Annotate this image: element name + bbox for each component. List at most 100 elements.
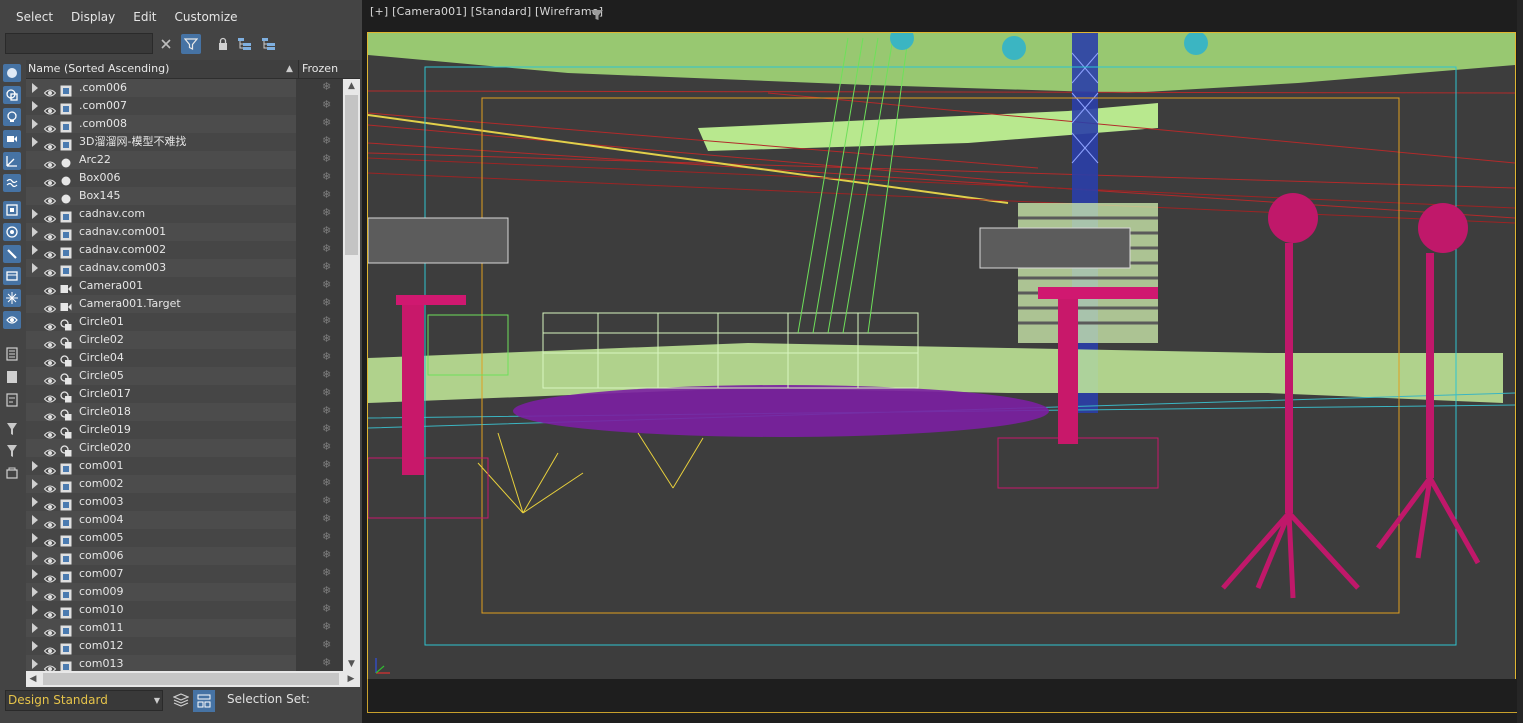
- frozen-cell[interactable]: ❄: [296, 97, 342, 115]
- frozen-snowflake-icon[interactable]: ❄: [322, 224, 331, 237]
- tree-row[interactable]: Circle05 ❄: [26, 367, 342, 385]
- visibility-eye-icon[interactable]: [43, 245, 57, 259]
- hierarchy-collapse-icon[interactable]: [259, 34, 279, 54]
- menu-edit[interactable]: Edit: [124, 0, 165, 34]
- frozen-cell[interactable]: ❄: [296, 637, 342, 655]
- filter-icon[interactable]: [3, 442, 21, 460]
- visibility-eye-icon[interactable]: [43, 191, 57, 205]
- visibility-eye-icon[interactable]: [43, 461, 57, 475]
- frozen-cell[interactable]: ❄: [296, 241, 342, 259]
- frozen-filter-icon[interactable]: [3, 289, 21, 307]
- tree-row[interactable]: Circle04 ❄: [26, 349, 342, 367]
- xref-filter-icon[interactable]: [3, 223, 21, 241]
- tree-row[interactable]: cadnav.com001 ❄: [26, 223, 342, 241]
- visibility-eye-icon[interactable]: [43, 119, 57, 133]
- frozen-snowflake-icon[interactable]: ❄: [322, 584, 331, 597]
- visibility-eye-icon[interactable]: [43, 137, 57, 151]
- scroll-left-icon[interactable]: ◀: [26, 672, 40, 686]
- tree-row[interactable]: Box145 ❄: [26, 187, 342, 205]
- expand-arrow-icon[interactable]: [32, 515, 38, 525]
- scroll-down-icon[interactable]: ▼: [343, 657, 360, 671]
- frozen-cell[interactable]: ❄: [296, 223, 342, 241]
- visibility-eye-icon[interactable]: [43, 155, 57, 169]
- hidden-filter-icon[interactable]: [3, 311, 21, 329]
- tree-row[interactable]: Circle018 ❄: [26, 403, 342, 421]
- scroll-right-icon[interactable]: ▶: [344, 672, 358, 686]
- camera-filter-icon[interactable]: [3, 130, 21, 148]
- visibility-eye-icon[interactable]: [43, 209, 57, 223]
- menu-select[interactable]: Select: [0, 0, 62, 34]
- tree-row[interactable]: Arc22 ❄: [26, 151, 342, 169]
- visibility-eye-icon[interactable]: [43, 659, 57, 671]
- tree-row[interactable]: com002 ❄: [26, 475, 342, 493]
- expand-arrow-icon[interactable]: [32, 137, 38, 147]
- expand-arrow-icon[interactable]: [32, 263, 38, 273]
- frozen-cell[interactable]: ❄: [296, 331, 342, 349]
- name-column-header[interactable]: Name (Sorted Ascending): [28, 60, 169, 78]
- frozen-cell[interactable]: ❄: [296, 313, 342, 331]
- tree-row[interactable]: Box006 ❄: [26, 169, 342, 187]
- tree-row[interactable]: com012 ❄: [26, 637, 342, 655]
- viewport-filter-icon[interactable]: [591, 6, 603, 25]
- frozen-column-header[interactable]: Frozen: [298, 60, 360, 78]
- frozen-snowflake-icon[interactable]: ❄: [322, 332, 331, 345]
- frozen-cell[interactable]: ❄: [296, 475, 342, 493]
- frozen-cell[interactable]: ❄: [296, 115, 342, 133]
- frozen-snowflake-icon[interactable]: ❄: [322, 170, 331, 183]
- visibility-eye-icon[interactable]: [43, 425, 57, 439]
- tree-row[interactable]: .com007 ❄: [26, 97, 342, 115]
- visibility-eye-icon[interactable]: [43, 389, 57, 403]
- geometry-filter-icon[interactable]: [3, 64, 21, 82]
- expand-arrow-icon[interactable]: [32, 119, 38, 129]
- helper-filter-icon[interactable]: [3, 152, 21, 170]
- visibility-eye-icon[interactable]: [43, 569, 57, 583]
- visibility-eye-icon[interactable]: [43, 587, 57, 601]
- frozen-cell[interactable]: ❄: [296, 385, 342, 403]
- tree-row[interactable]: com005 ❄: [26, 529, 342, 547]
- visibility-eye-icon[interactable]: [43, 335, 57, 349]
- visibility-eye-icon[interactable]: [43, 641, 57, 655]
- visibility-eye-icon[interactable]: [43, 443, 57, 457]
- frozen-snowflake-icon[interactable]: ❄: [322, 278, 331, 291]
- frozen-snowflake-icon[interactable]: ❄: [322, 602, 331, 615]
- bone-filter-icon[interactable]: [3, 245, 21, 263]
- tree-row[interactable]: cadnav.com003 ❄: [26, 259, 342, 277]
- frozen-snowflake-icon[interactable]: ❄: [322, 638, 331, 651]
- frozen-cell[interactable]: ❄: [296, 367, 342, 385]
- frozen-snowflake-icon[interactable]: ❄: [322, 314, 331, 327]
- visibility-eye-icon[interactable]: [43, 497, 57, 511]
- frozen-snowflake-icon[interactable]: ❄: [322, 80, 331, 93]
- clear-search-icon[interactable]: [156, 34, 176, 54]
- tree-row[interactable]: com007 ❄: [26, 565, 342, 583]
- frozen-cell[interactable]: ❄: [296, 151, 342, 169]
- frozen-cell[interactable]: ❄: [296, 583, 342, 601]
- expand-arrow-icon[interactable]: [32, 83, 38, 93]
- horizontal-scrollbar[interactable]: ◀ ▶: [26, 671, 360, 687]
- frozen-snowflake-icon[interactable]: ❄: [322, 188, 331, 201]
- lock-icon[interactable]: [213, 34, 233, 54]
- container-filter-icon[interactable]: [3, 267, 21, 285]
- frozen-cell[interactable]: ❄: [296, 421, 342, 439]
- tree-row[interactable]: Camera001 ❄: [26, 277, 342, 295]
- visibility-eye-icon[interactable]: [43, 551, 57, 565]
- frozen-snowflake-icon[interactable]: ❄: [322, 242, 331, 255]
- tree-row[interactable]: com009 ❄: [26, 583, 342, 601]
- frozen-cell[interactable]: ❄: [296, 619, 342, 637]
- vertical-scrollbar[interactable]: ▲ ▼: [343, 79, 360, 671]
- frozen-snowflake-icon[interactable]: ❄: [322, 440, 331, 453]
- visibility-eye-icon[interactable]: [43, 605, 57, 619]
- expand-arrow-icon[interactable]: [32, 659, 38, 669]
- menu-customize[interactable]: Customize: [166, 0, 247, 34]
- layers-icon[interactable]: [172, 692, 190, 708]
- tree-row[interactable]: com010 ❄: [26, 601, 342, 619]
- visibility-eye-icon[interactable]: [43, 533, 57, 547]
- tree-row[interactable]: com006 ❄: [26, 547, 342, 565]
- tree-row[interactable]: Camera001.Target ❄: [26, 295, 342, 313]
- expand-arrow-icon[interactable]: [32, 623, 38, 633]
- menu-display[interactable]: Display: [62, 0, 124, 34]
- expand-arrow-icon[interactable]: [32, 101, 38, 111]
- frozen-snowflake-icon[interactable]: ❄: [322, 512, 331, 525]
- frozen-snowflake-icon[interactable]: ❄: [322, 476, 331, 489]
- tree-row[interactable]: com001 ❄: [26, 457, 342, 475]
- display-none-icon[interactable]: [3, 368, 21, 386]
